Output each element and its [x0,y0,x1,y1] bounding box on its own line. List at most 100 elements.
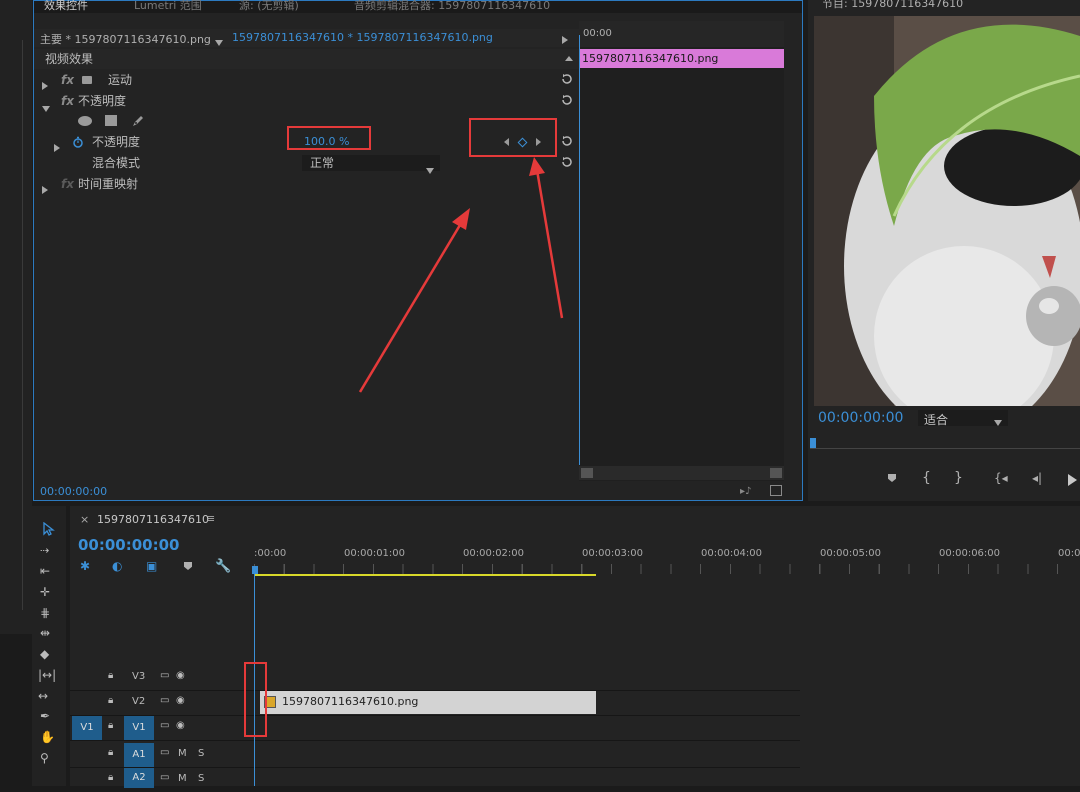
tab-audio-clip-mixer[interactable]: 音频剪辑混合器: 1597807116347610 [354,0,550,13]
sequence-tab[interactable]: 1597807116347610 [97,513,209,526]
program-tab[interactable]: 节目: 1597807116347610 [822,0,963,11]
source-patch-v1[interactable]: V1 [72,716,102,740]
lock-icon[interactable]: 🔒︎ [108,747,113,758]
hand-tool-icon[interactable]: ✋ [40,730,55,744]
fx-icon[interactable]: fx [61,174,74,194]
sync-lock-icon[interactable]: ▭ [160,695,169,706]
tab-lumetri-scopes[interactable]: Lumetri 范围 [134,0,202,13]
lock-icon[interactable]: 🔒︎ [108,720,113,731]
work-area-bar[interactable] [254,574,596,576]
sync-lock-icon[interactable]: ▭ [160,720,169,731]
pen-tool-icon[interactable]: ✒ [40,709,50,723]
time-remap-label: 时间重映射 [78,177,139,191]
scroll-handle-left[interactable] [581,468,593,478]
track-row-a2: 🔒︎ A2 ▭ M S [70,768,800,792]
expand-arrow-icon[interactable] [562,33,568,47]
step-back-icon[interactable]: ◂| [1032,471,1042,485]
go-to-in-icon[interactable]: {◂ [994,471,1008,485]
wrench-icon[interactable]: 🔧 [215,559,231,574]
playhead-handle[interactable] [252,566,258,574]
blend-mode-select[interactable]: 正常 [302,155,440,174]
solo-button[interactable]: S [198,773,204,784]
mini-scrollbar[interactable] [579,466,784,480]
lock-icon[interactable]: 🔒︎ [108,695,113,706]
panel-tab-bar: 效果控件 Lumetri 范围 源: (无剪辑) 音频剪辑混合器: 159780… [34,0,802,13]
sync-lock-icon[interactable]: ▭ [160,772,169,783]
sequence-menu-icon[interactable]: ≡ [206,512,215,525]
ruler-label: 00:00:04:00 [701,548,763,559]
motion-label: 运动 [108,73,133,87]
eye-icon[interactable]: ◉ [176,695,185,706]
lock-icon[interactable]: 🔒︎ [108,670,113,681]
zoom-tool-icon[interactable]: ⚲ [40,751,49,765]
track-row-a1: 🔒︎ A1 ▭ M S [70,743,800,768]
reset-icon[interactable] [561,73,573,85]
marker-icon[interactable] [184,562,192,570]
program-timecode[interactable]: 00:00:00:00 [818,410,903,426]
effect-opacity-row[interactable]: fx 不透明度 [34,91,579,112]
play-icon[interactable] [1068,474,1077,486]
export-icon[interactable] [770,485,782,496]
lock-icon[interactable]: 🔒︎ [108,772,113,783]
dropdown-arrow-icon[interactable] [215,35,223,49]
effect-time-remap-row[interactable]: fx 时间重映射 [34,174,579,194]
mini-ruler-start: 00:00 [583,28,612,39]
track-row-v3: 🔒︎ V3 ▭ ◉ [70,666,800,691]
track-label-v2[interactable]: V2 [132,696,145,707]
scrubber-playhead[interactable] [810,438,816,448]
track-label-a1[interactable]: A1 [124,743,154,767]
track-select-tool-icon[interactable]: ⇢ [40,544,49,557]
program-scrubber[interactable] [810,436,1080,466]
effect-motion-row[interactable]: fx 运动 [34,70,579,90]
eye-icon[interactable]: ◉ [176,670,185,681]
mini-playhead[interactable] [579,35,580,465]
mark-in-icon[interactable]: { [922,470,931,486]
razor-tool-icon[interactable]: ◆ [40,647,49,661]
master-clip-label[interactable]: 主要 * 1597807116347610.png [40,31,211,47]
track-label-v1[interactable]: V1 [124,716,154,740]
selection-tool-icon[interactable] [42,522,56,536]
eye-icon[interactable]: ◉ [176,720,185,731]
expand-triangle-icon[interactable] [42,180,48,200]
ellipse-mask-icon[interactable] [78,116,92,126]
rolling-edit-tool-icon[interactable]: ✛ [40,585,50,599]
pen-mask-icon[interactable] [131,114,145,128]
track-label-v3[interactable]: V3 [132,671,145,682]
mark-out-icon[interactable]: } [954,470,963,486]
fit-select[interactable]: 适合 [918,410,1008,427]
snap-icon[interactable]: ✱ [80,559,90,573]
fx-icon[interactable]: fx [61,91,74,111]
rate-stretch-tool-icon[interactable]: ⋕ [40,606,50,620]
add-marker-icon[interactable]: ▣ [146,559,157,573]
timeline-timecode[interactable]: 00:00:00:00 [78,536,180,554]
mute-button[interactable]: M [178,773,187,784]
stopwatch-icon[interactable] [72,136,84,148]
footer-timecode[interactable]: 00:00:00:00 [40,485,107,498]
reset-icon[interactable] [561,135,573,147]
timeline-ruler[interactable]: :00:00 00:00:01:00 00:00:02:00 00:00:03:… [252,544,1080,578]
audio-scrub-icon[interactable]: ▸♪ [740,486,751,497]
reset-icon[interactable] [561,156,573,168]
scroll-handle-right[interactable] [770,468,782,478]
slide-tool-icon[interactable]: ↔ [38,689,48,703]
timeline-clip[interactable]: 1597807116347610.png [260,691,596,714]
solo-button[interactable]: S [198,748,204,759]
sequence-clip-label[interactable]: 1597807116347610 * 1597807116347610.png [232,31,493,44]
fx-icon[interactable]: fx [61,70,74,90]
add-marker-icon[interactable] [888,474,896,482]
mini-clip-bar[interactable]: 1597807116347610.png [579,49,784,68]
rectangle-mask-icon[interactable] [105,115,117,126]
collapse-up-icon[interactable] [565,56,573,61]
slip-tool-icon[interactable]: |↔| [38,668,56,682]
sync-lock-icon[interactable]: ▭ [160,747,169,758]
track-label-a2[interactable]: A2 [124,768,154,788]
linked-selection-icon[interactable]: ◐ [112,559,122,573]
tab-source[interactable]: 源: (无剪辑) [239,0,299,13]
close-sequence-icon[interactable]: × [80,513,89,526]
reset-icon[interactable] [561,94,573,106]
tab-effect-controls[interactable]: 效果控件 [44,0,88,13]
ripple-edit-tool-icon[interactable]: ⇤ [40,564,50,578]
mute-button[interactable]: M [178,748,187,759]
rate-stretch-alt-icon[interactable]: ⇹ [40,626,50,640]
sync-lock-icon[interactable]: ▭ [160,670,169,681]
